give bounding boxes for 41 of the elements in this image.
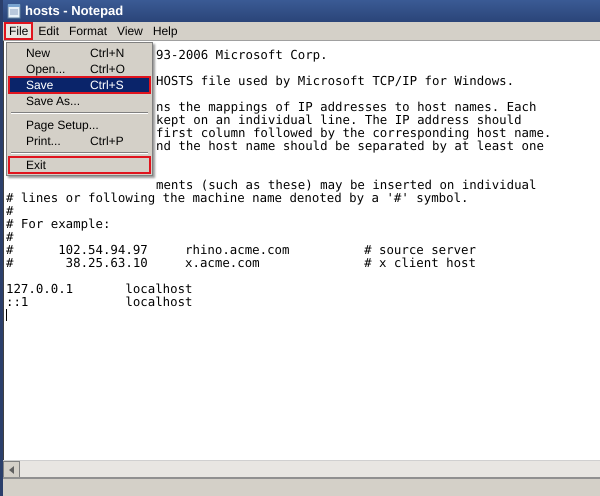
- menu-item[interactable]: Format: [64, 22, 112, 40]
- menu-label: Save: [26, 77, 54, 94]
- menu-option[interactable]: Save As...: [9, 93, 150, 109]
- text-line: ments (such as these) may be inserted on individual: [156, 177, 536, 192]
- shortcut-label: Ctrl+O: [90, 61, 126, 78]
- scroll-left-button[interactable]: [3, 461, 20, 478]
- menu-option[interactable]: New Ctrl+N: [9, 45, 150, 61]
- menu-option[interactable]: Save Ctrl+S: [9, 77, 150, 93]
- menu-item[interactable]: View: [112, 22, 148, 40]
- text-line: #: [6, 203, 14, 218]
- window-title: hosts - Notepad: [25, 2, 124, 20]
- text-line: #: [6, 229, 14, 244]
- menu-option[interactable]: Print... Ctrl+P: [9, 133, 150, 149]
- text-cursor: [6, 308, 7, 320]
- left-arrow-icon: [9, 466, 14, 474]
- text-line: first column followed by the corresponding host name.: [156, 125, 552, 140]
- text-line: 93-2006 Microsoft Corp.: [156, 47, 328, 62]
- notepad-icon: [7, 3, 21, 19]
- menu-item[interactable]: Help: [148, 22, 183, 40]
- text-line: ::1 localhost: [6, 294, 192, 309]
- shortcut-label: Ctrl+S: [90, 77, 125, 94]
- menu-label: New: [26, 45, 52, 62]
- menu-option[interactable]: Page Setup...: [9, 117, 150, 133]
- shortcut-label: Ctrl+N: [90, 45, 126, 62]
- menu-label: Open...: [26, 61, 66, 78]
- horizontal-scrollbar[interactable]: [3, 460, 600, 477]
- menu-label: Page Setup...: [26, 117, 100, 134]
- text-line: HOSTS file used by Microsoft TCP/IP for Windows.: [156, 73, 514, 88]
- menu-item[interactable]: File: [4, 22, 34, 40]
- menu-item[interactable]: Edit: [33, 22, 64, 40]
- text-line: # For example:: [6, 216, 110, 231]
- text-line: 127.0.0.1 localhost: [6, 281, 192, 296]
- shortcut-label: Ctrl+P: [90, 133, 125, 150]
- menu-label: Save As...: [26, 93, 82, 110]
- menu-label: Print...: [26, 133, 62, 150]
- text-line: # 38.25.63.10 x.acme.com # x client host: [6, 255, 476, 270]
- menu-option[interactable]: Exit: [9, 157, 150, 173]
- menu-label: Exit: [26, 157, 48, 174]
- menu-option[interactable]: Open... Ctrl+O: [9, 61, 150, 77]
- text-line: ns the mappings of IP addresses to host names. Each: [156, 99, 536, 114]
- text-line: # 102.54.94.97 rhino.acme.com # source server: [6, 242, 476, 257]
